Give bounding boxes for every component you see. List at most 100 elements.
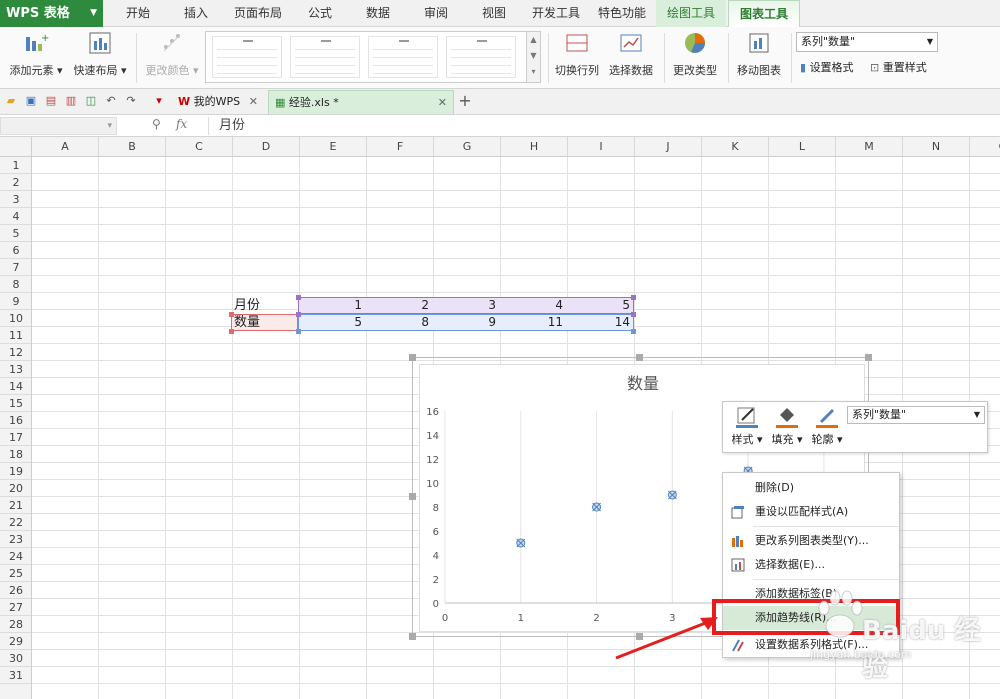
print-icon[interactable]: ▥	[64, 94, 78, 108]
gallery-scroll[interactable]: ▲ ▼ ▾	[527, 31, 541, 83]
move-chart-button[interactable]: 移动图表	[732, 31, 786, 78]
row-header[interactable]: 2	[0, 174, 31, 191]
column-header[interactable]: L	[769, 137, 836, 156]
cell-value[interactable]: 5	[566, 297, 633, 314]
column-header[interactable]: C	[166, 137, 233, 156]
open-folder-icon[interactable]: ▰	[4, 94, 18, 108]
column-header[interactable]: I	[568, 137, 635, 156]
tab-formulas[interactable]: 公式	[292, 0, 348, 27]
column-header[interactable]: N	[903, 137, 970, 156]
fill-button[interactable]: 填充 ▾	[767, 406, 807, 447]
menu-item-reset-style[interactable]: 重设以匹配样式(A)	[723, 500, 899, 524]
scatter-point[interactable]	[667, 490, 677, 500]
fx-icon[interactable]: fx	[176, 117, 187, 131]
row-header[interactable]: 25	[0, 565, 31, 582]
scatter-point[interactable]	[592, 502, 602, 512]
column-header[interactable]: A	[32, 137, 99, 156]
row-header[interactable]: 10	[0, 310, 31, 327]
menu-item-delete[interactable]: 删除(D)	[723, 476, 899, 500]
row-header[interactable]: 14	[0, 378, 31, 395]
mini-series-select[interactable]: 系列"数量" ▼	[847, 406, 985, 424]
chart-resize-handle[interactable]	[409, 633, 416, 640]
row-header[interactable]: 28	[0, 616, 31, 633]
change-type-button[interactable]: 更改类型	[668, 31, 722, 78]
cell-value[interactable]: 2	[365, 297, 432, 314]
tab-features[interactable]: 特色功能	[590, 0, 654, 27]
menu-item-change-series-type[interactable]: 更改系列图表类型(Y)...	[723, 529, 899, 553]
row-header[interactable]: 30	[0, 650, 31, 667]
cell-value[interactable]: 3	[432, 297, 499, 314]
chart-style-thumb[interactable]	[368, 36, 438, 78]
row-header[interactable]: 12	[0, 344, 31, 361]
tab-data[interactable]: 数据	[350, 0, 406, 27]
row-header[interactable]: 20	[0, 480, 31, 497]
row-header[interactable]: 18	[0, 446, 31, 463]
cell-value[interactable]: 5	[298, 314, 365, 331]
row-header[interactable]: 5	[0, 225, 31, 242]
row-header[interactable]: 9	[0, 293, 31, 310]
quick-layout-button[interactable]: 快速布局 ▾	[70, 31, 130, 78]
column-header[interactable]: J	[635, 137, 702, 156]
row-header[interactable]: 15	[0, 395, 31, 412]
cell-value[interactable]: 8	[365, 314, 432, 331]
formula-input[interactable]: 月份	[208, 117, 998, 135]
row-header[interactable]: 8	[0, 276, 31, 293]
close-icon[interactable]: ✕	[249, 90, 258, 114]
undo-icon[interactable]: ↶	[104, 94, 118, 108]
scatter-point[interactable]	[516, 538, 526, 548]
chart-resize-handle[interactable]	[865, 354, 872, 361]
row-header[interactable]: 13	[0, 361, 31, 378]
change-color-button[interactable]: 更改颜色 ▾	[142, 31, 202, 78]
column-header[interactable]: H	[501, 137, 568, 156]
redo-icon[interactable]: ↷	[124, 94, 138, 108]
row-header[interactable]: 1	[0, 157, 31, 174]
app-menu-button[interactable]: WPS 表格 ▼	[0, 0, 103, 27]
tab-insert[interactable]: 插入	[168, 0, 224, 27]
cell-label-month[interactable]: 月份	[231, 297, 298, 314]
tab-drawing-tools[interactable]: 绘图工具	[656, 0, 726, 27]
column-header[interactable]: D	[233, 137, 300, 156]
column-header[interactable]: K	[702, 137, 769, 156]
row-header[interactable]: 23	[0, 531, 31, 548]
customize-icon[interactable]: ▾	[152, 94, 166, 108]
column-header[interactable]: B	[99, 137, 166, 156]
cell-value[interactable]: 9	[432, 314, 499, 331]
tab-developer[interactable]: 开发工具	[524, 0, 588, 27]
set-format-button[interactable]: ▮ 设置格式	[800, 60, 854, 76]
tab-view[interactable]: 视图	[466, 0, 522, 27]
doc-tab-active[interactable]: ▦ 经验.xls * ✕	[268, 90, 454, 114]
reset-style-button[interactable]: ⊡ 重置样式	[870, 60, 927, 76]
row-header[interactable]: 17	[0, 429, 31, 446]
add-element-button[interactable]: + 添加元素 ▾	[6, 31, 66, 78]
row-header[interactable]: 21	[0, 497, 31, 514]
column-header[interactable]: F	[367, 137, 434, 156]
row-header[interactable]: 16	[0, 412, 31, 429]
menu-item-select-data[interactable]: 选择数据(E)...	[723, 553, 899, 577]
row-header[interactable]: 3	[0, 191, 31, 208]
row-header[interactable]: 29	[0, 633, 31, 650]
cell-value[interactable]: 11	[499, 314, 566, 331]
chart-resize-handle[interactable]	[409, 354, 416, 361]
row-header[interactable]: 19	[0, 463, 31, 480]
new-tab-icon[interactable]: +	[458, 93, 472, 109]
cell-value[interactable]: 4	[499, 297, 566, 314]
column-header[interactable]: G	[434, 137, 501, 156]
row-header[interactable]: 31	[0, 667, 31, 684]
zoom-icon[interactable]: ⚲	[152, 117, 161, 131]
chart-style-thumb[interactable]	[212, 36, 282, 78]
row-header[interactable]: 24	[0, 548, 31, 565]
close-icon[interactable]: ✕	[438, 91, 447, 115]
row-header[interactable]: 11	[0, 327, 31, 344]
save-icon[interactable]: ▣	[24, 94, 38, 108]
chart-style-thumb[interactable]	[290, 36, 360, 78]
export-pdf-icon[interactable]: ▤	[44, 94, 58, 108]
tab-page-layout[interactable]: 页面布局	[226, 0, 290, 27]
name-box[interactable]: ▾	[0, 117, 117, 135]
switch-row-col-button[interactable]: 切换行列	[552, 31, 602, 78]
chart-resize-handle[interactable]	[636, 354, 643, 361]
print-preview-icon[interactable]: ◫	[84, 94, 98, 108]
chart-style-thumb[interactable]	[446, 36, 516, 78]
column-header[interactable]: M	[836, 137, 903, 156]
cell-value[interactable]: 14	[566, 314, 633, 331]
chart-style-gallery[interactable]	[205, 31, 527, 83]
